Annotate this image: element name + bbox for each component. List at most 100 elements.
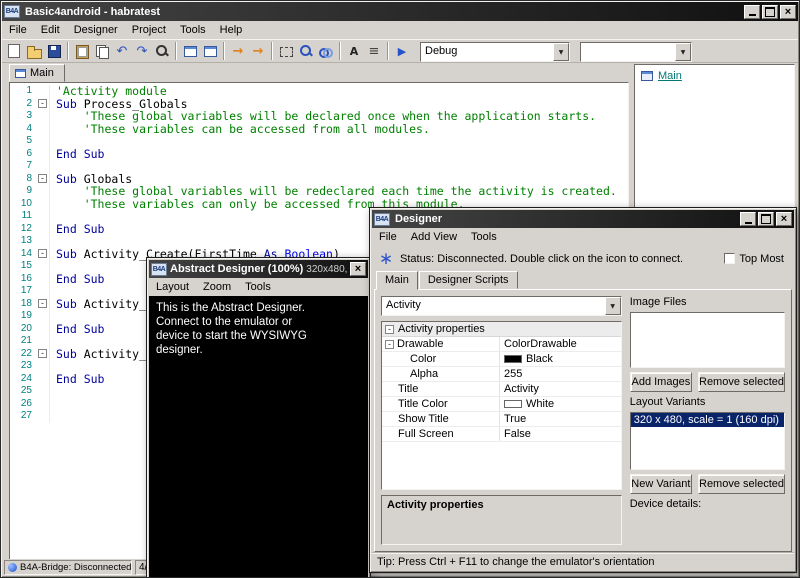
menu-tools[interactable]: Tools (173, 22, 213, 38)
toolbar-separator (175, 42, 177, 60)
new-file-button[interactable] (4, 41, 24, 61)
font-size-icon (346, 43, 362, 59)
property-row-title[interactable]: TitleActivity (382, 382, 621, 397)
designer-tip: Tip: Press Ctrl + F11 to change the emul… (372, 552, 794, 570)
property-group-header[interactable]: Activity properties (382, 322, 621, 337)
property-value: False (500, 427, 621, 441)
layout-variant-item[interactable]: 320 x 480, scale = 1 (160 dpi) (631, 413, 784, 427)
line-number: 22 (10, 348, 36, 361)
menu-zoom[interactable]: Zoom (196, 279, 238, 295)
designer-tab-designer-scripts[interactable]: Designer Scripts (419, 271, 518, 289)
undo-button[interactable] (112, 41, 132, 61)
view-selector-value: Activity (382, 297, 605, 315)
minimize-button[interactable] (744, 5, 760, 19)
select-tool-button[interactable] (276, 41, 296, 61)
property-row-title-color[interactable]: Title ColorWhite (382, 397, 621, 412)
goto-next-1-button[interactable] (228, 41, 248, 61)
property-row-show-title[interactable]: Show TitleTrue (382, 412, 621, 427)
close-button[interactable] (776, 212, 792, 226)
collapse-icon[interactable] (385, 340, 394, 349)
designer-tab-main[interactable]: Main (376, 271, 418, 290)
property-row-alpha[interactable]: Alpha255 (382, 367, 621, 382)
main-titlebar[interactable]: B4A Basic4android - habratest (2, 2, 798, 21)
maximize-button[interactable] (758, 212, 774, 226)
remove-selected-images-button[interactable]: Remove selected (698, 372, 785, 392)
line-number: 8 (10, 173, 36, 186)
font-size-button[interactable] (344, 41, 364, 61)
show-modules-button[interactable] (180, 41, 200, 61)
remove-selected-variant-button[interactable]: Remove selected (698, 474, 785, 494)
menu-add-view[interactable]: Add View (404, 229, 464, 245)
fold-marker[interactable] (36, 298, 50, 311)
menu-edit[interactable]: Edit (34, 22, 67, 38)
show-layouts-button[interactable] (200, 41, 220, 61)
b4a-icon: B4A (151, 263, 167, 276)
code-line-6[interactable]: 6End Sub (10, 148, 628, 161)
property-row-drawable[interactable]: DrawableColorDrawable (382, 337, 621, 352)
property-row-full-screen[interactable]: Full ScreenFalse (382, 427, 621, 442)
designer-titlebar[interactable]: B4A Designer (372, 210, 794, 228)
toolbar-separator (271, 42, 273, 60)
image-files-list[interactable] (630, 312, 785, 368)
view-selector-combo[interactable]: Activity (381, 296, 622, 316)
abstract-designer-canvas[interactable]: This is the Abstract Designer.Connect to… (149, 296, 368, 578)
fold-marker[interactable] (36, 173, 50, 186)
fold-marker[interactable] (36, 348, 50, 361)
copy-button[interactable] (92, 41, 112, 61)
menu-tools[interactable]: Tools (464, 229, 504, 245)
topmost-checkbox[interactable] (724, 253, 735, 264)
open-project-icon (26, 43, 42, 59)
menu-layout[interactable]: Layout (149, 279, 196, 295)
line-tools-button[interactable] (364, 41, 384, 61)
menu-project[interactable]: Project (125, 22, 173, 38)
line-number: 23 (10, 360, 36, 373)
collapse-icon[interactable] (38, 299, 47, 308)
property-row-color[interactable]: ColorBlack (382, 352, 621, 367)
chevron-down-icon[interactable] (605, 297, 621, 315)
connect-status-icon[interactable] (378, 254, 394, 264)
connect-tool-button[interactable] (316, 41, 336, 61)
abstract-designer-titlebar[interactable]: B4A Abstract Designer (100%) 320x480, sc… (149, 260, 368, 278)
open-project-button[interactable] (24, 41, 44, 61)
menu-file[interactable]: File (2, 22, 34, 38)
menu-help[interactable]: Help (213, 22, 250, 38)
property-name: Show Title (382, 412, 500, 426)
tab-main[interactable]: Main (9, 64, 65, 82)
save-button[interactable] (44, 41, 64, 61)
goto-next-2-button[interactable] (248, 41, 268, 61)
property-group-label: Activity properties (398, 323, 485, 335)
collapse-icon[interactable] (38, 99, 47, 108)
designer-status-text: Status: Disconnected. Double click on th… (400, 253, 683, 265)
paste-button[interactable] (72, 41, 92, 61)
fold-marker[interactable] (36, 248, 50, 261)
chevron-down-icon[interactable] (553, 43, 569, 61)
menu-designer[interactable]: Designer (67, 22, 125, 38)
code-line-4[interactable]: 4 'These variables can be accessed from … (10, 123, 628, 136)
collapse-icon[interactable] (385, 325, 394, 334)
secondary-combo[interactable] (580, 42, 692, 62)
maximize-button[interactable] (762, 5, 778, 19)
compile-run-button[interactable] (392, 41, 412, 61)
minimize-button[interactable] (740, 212, 756, 226)
line-number: 10 (10, 198, 36, 211)
add-images-button[interactable]: Add Images (630, 372, 692, 392)
collapse-icon[interactable] (38, 349, 47, 358)
layout-variants-list[interactable]: 320 x 480, scale = 1 (160 dpi) (630, 412, 785, 470)
close-button[interactable] (350, 262, 366, 276)
chevron-down-icon[interactable] (675, 43, 691, 61)
find-button[interactable] (152, 41, 172, 61)
new-variant-button[interactable]: New Variant (630, 474, 692, 494)
window-controls (350, 262, 366, 276)
build-config-combo[interactable]: Debug (420, 42, 570, 62)
fold-marker[interactable] (36, 98, 50, 111)
menu-file[interactable]: File (372, 229, 404, 245)
collapse-icon[interactable] (38, 249, 47, 258)
property-name: Full Screen (382, 427, 500, 441)
zoom-tool-button[interactable] (296, 41, 316, 61)
collapse-icon[interactable] (38, 174, 47, 183)
module-item-main[interactable]: Main (641, 70, 788, 82)
close-button[interactable] (780, 5, 796, 19)
menu-tools[interactable]: Tools (238, 279, 278, 295)
redo-button[interactable] (132, 41, 152, 61)
image-files-label: Image Files (630, 296, 785, 308)
